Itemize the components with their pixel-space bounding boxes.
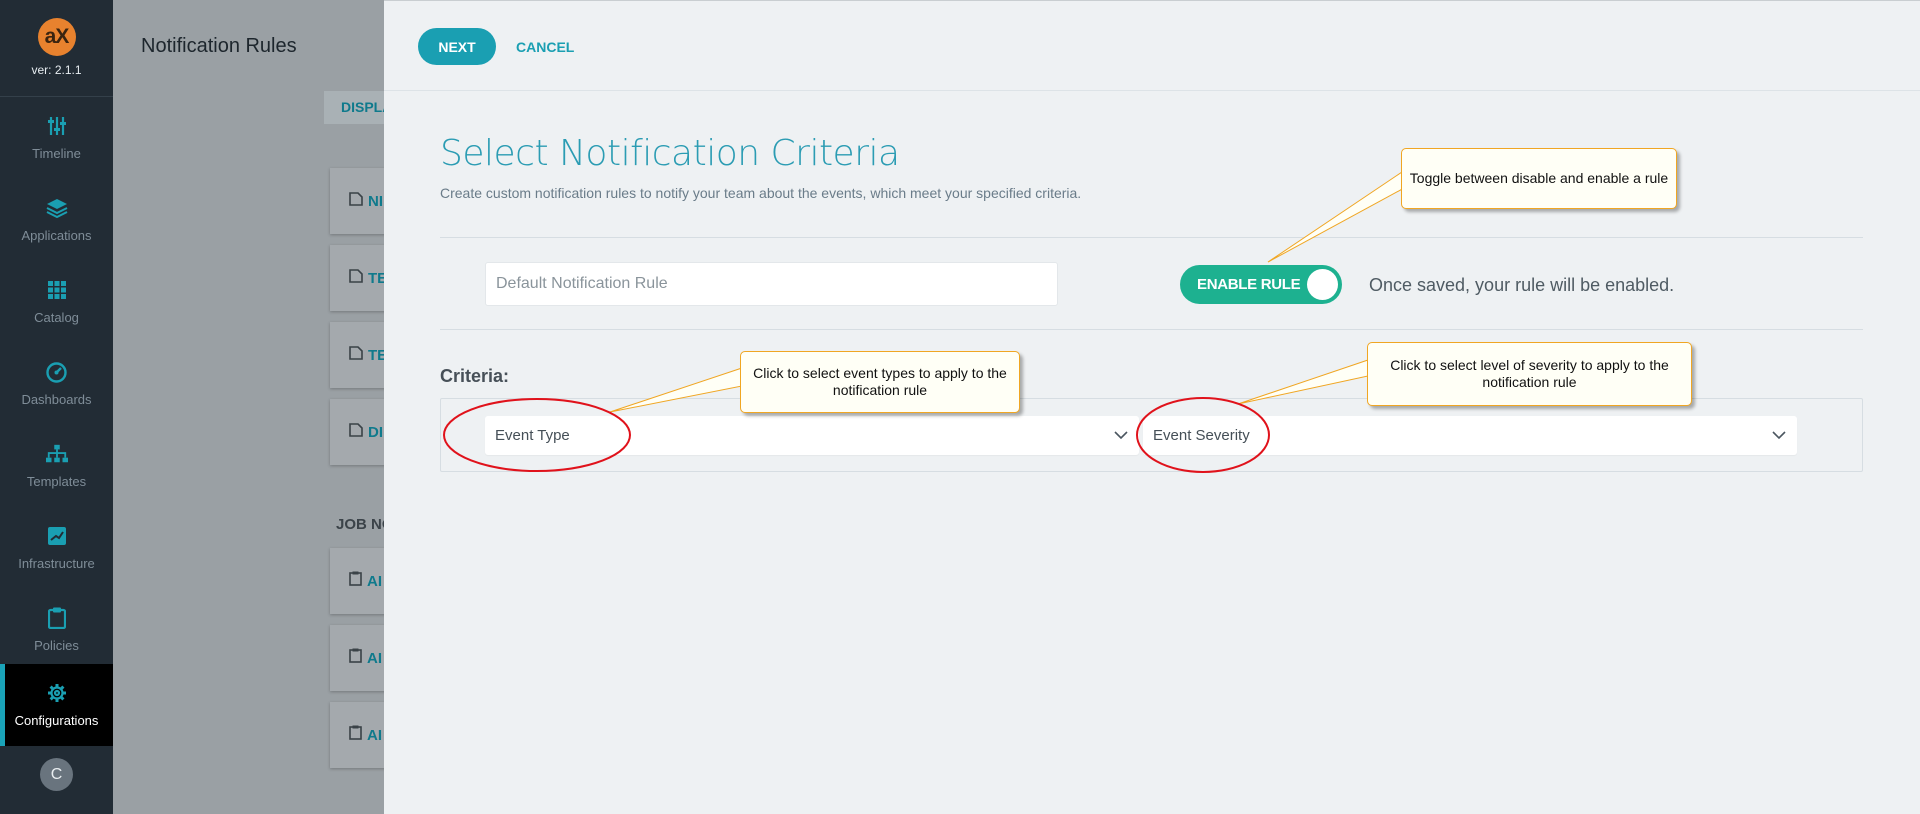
enable-rule-toggle[interactable]: ENABLE RULE: [1180, 265, 1342, 304]
toggle-status-text: Once saved, your rule will be enabled.: [1369, 275, 1675, 295]
divider: [440, 237, 1863, 238]
page-title: Notification Rules: [141, 35, 297, 57]
rule-name-input[interactable]: [485, 262, 1058, 306]
sidebar-item-label: Catalog: [34, 310, 79, 325]
version-label: ver: 2.1.1: [31, 63, 82, 77]
clipboard-icon: [349, 725, 362, 745]
sidebar-item-templates[interactable]: Templates: [0, 425, 113, 507]
job-card-label: AI: [367, 572, 382, 590]
sidebar-item-label: Applications: [21, 228, 92, 243]
edit-icon: [349, 191, 363, 211]
gauge-icon: [46, 361, 68, 383]
notification-rule-panel: NEXT CANCEL Select Notification Criteria…: [384, 0, 1920, 814]
gear-icon: [46, 682, 68, 704]
event-type-callout: Click to select event types to apply to …: [740, 351, 1020, 413]
next-button[interactable]: NEXT: [418, 28, 496, 65]
background-page: Notification Rules DISPLA NI TE TE DI JO…: [113, 0, 404, 814]
clipboard-icon: [349, 571, 362, 591]
rule-card-label: NI: [368, 192, 383, 210]
job-card-label: AI: [367, 649, 382, 667]
edit-icon: [349, 422, 363, 442]
layers-icon: [46, 197, 68, 219]
event-severity-label: Event Severity: [1153, 427, 1250, 444]
clipboard-icon: [349, 648, 362, 668]
cancel-button[interactable]: CANCEL: [516, 28, 574, 65]
criteria-label: Criteria:: [440, 366, 510, 386]
sidebar-item-label: Timeline: [32, 146, 81, 161]
edit-icon: [349, 345, 363, 365]
sidebar-item-timeline[interactable]: Timeline: [0, 97, 113, 179]
server-icon: [46, 525, 68, 547]
sidebar-item-infrastructure[interactable]: Infrastructure: [0, 507, 113, 589]
divider: [440, 329, 1863, 330]
sidebar-item-label: Dashboards: [21, 392, 92, 407]
sidebar-item-label: Configurations: [14, 713, 99, 728]
page-subheading: Create custom notification rules to noti…: [440, 185, 1082, 201]
sidebar-item-label: Policies: [34, 638, 79, 653]
sitemap-icon: [45, 443, 68, 465]
avatar[interactable]: C: [40, 758, 73, 791]
rule-card-label: DI: [368, 423, 383, 441]
panel-header: NEXT CANCEL: [384, 0, 1920, 91]
sidebar-item-catalog[interactable]: Catalog: [0, 261, 113, 343]
sliders-icon: [46, 115, 68, 137]
app-logo[interactable]: aX: [37, 18, 76, 56]
sidebar-item-policies[interactable]: Policies: [0, 589, 113, 671]
clipboard-icon: [46, 607, 68, 629]
edit-icon: [349, 268, 363, 288]
event-type-select[interactable]: Event Type: [485, 416, 1139, 455]
sidebar: aX ver: 2.1.1 Timeline Applications Cata…: [0, 0, 113, 814]
sidebar-item-configurations[interactable]: Configurations: [0, 664, 113, 746]
sidebar-item-applications[interactable]: Applications: [0, 179, 113, 261]
job-card-label: AI: [367, 726, 382, 744]
event-type-label: Event Type: [495, 427, 570, 444]
logo-area: aX ver: 2.1.1: [0, 0, 113, 97]
grid-icon: [46, 279, 68, 301]
event-severity-callout: Click to select level of severity to app…: [1367, 342, 1692, 406]
page-heading: Select Notification Criteria: [440, 133, 900, 174]
sidebar-item-label: Templates: [26, 474, 87, 489]
sidebar-item-dashboards[interactable]: Dashboards: [0, 343, 113, 425]
toggle-knob: [1307, 269, 1338, 300]
sidebar-item-label: Infrastructure: [18, 556, 95, 571]
toggle-callout: Toggle between disable and enable a rule: [1401, 148, 1677, 209]
chevron-down-icon: [1771, 427, 1787, 443]
event-severity-select[interactable]: Event Severity: [1143, 416, 1797, 455]
chevron-down-icon: [1113, 427, 1129, 443]
toggle-label: ENABLE RULE: [1197, 276, 1301, 293]
